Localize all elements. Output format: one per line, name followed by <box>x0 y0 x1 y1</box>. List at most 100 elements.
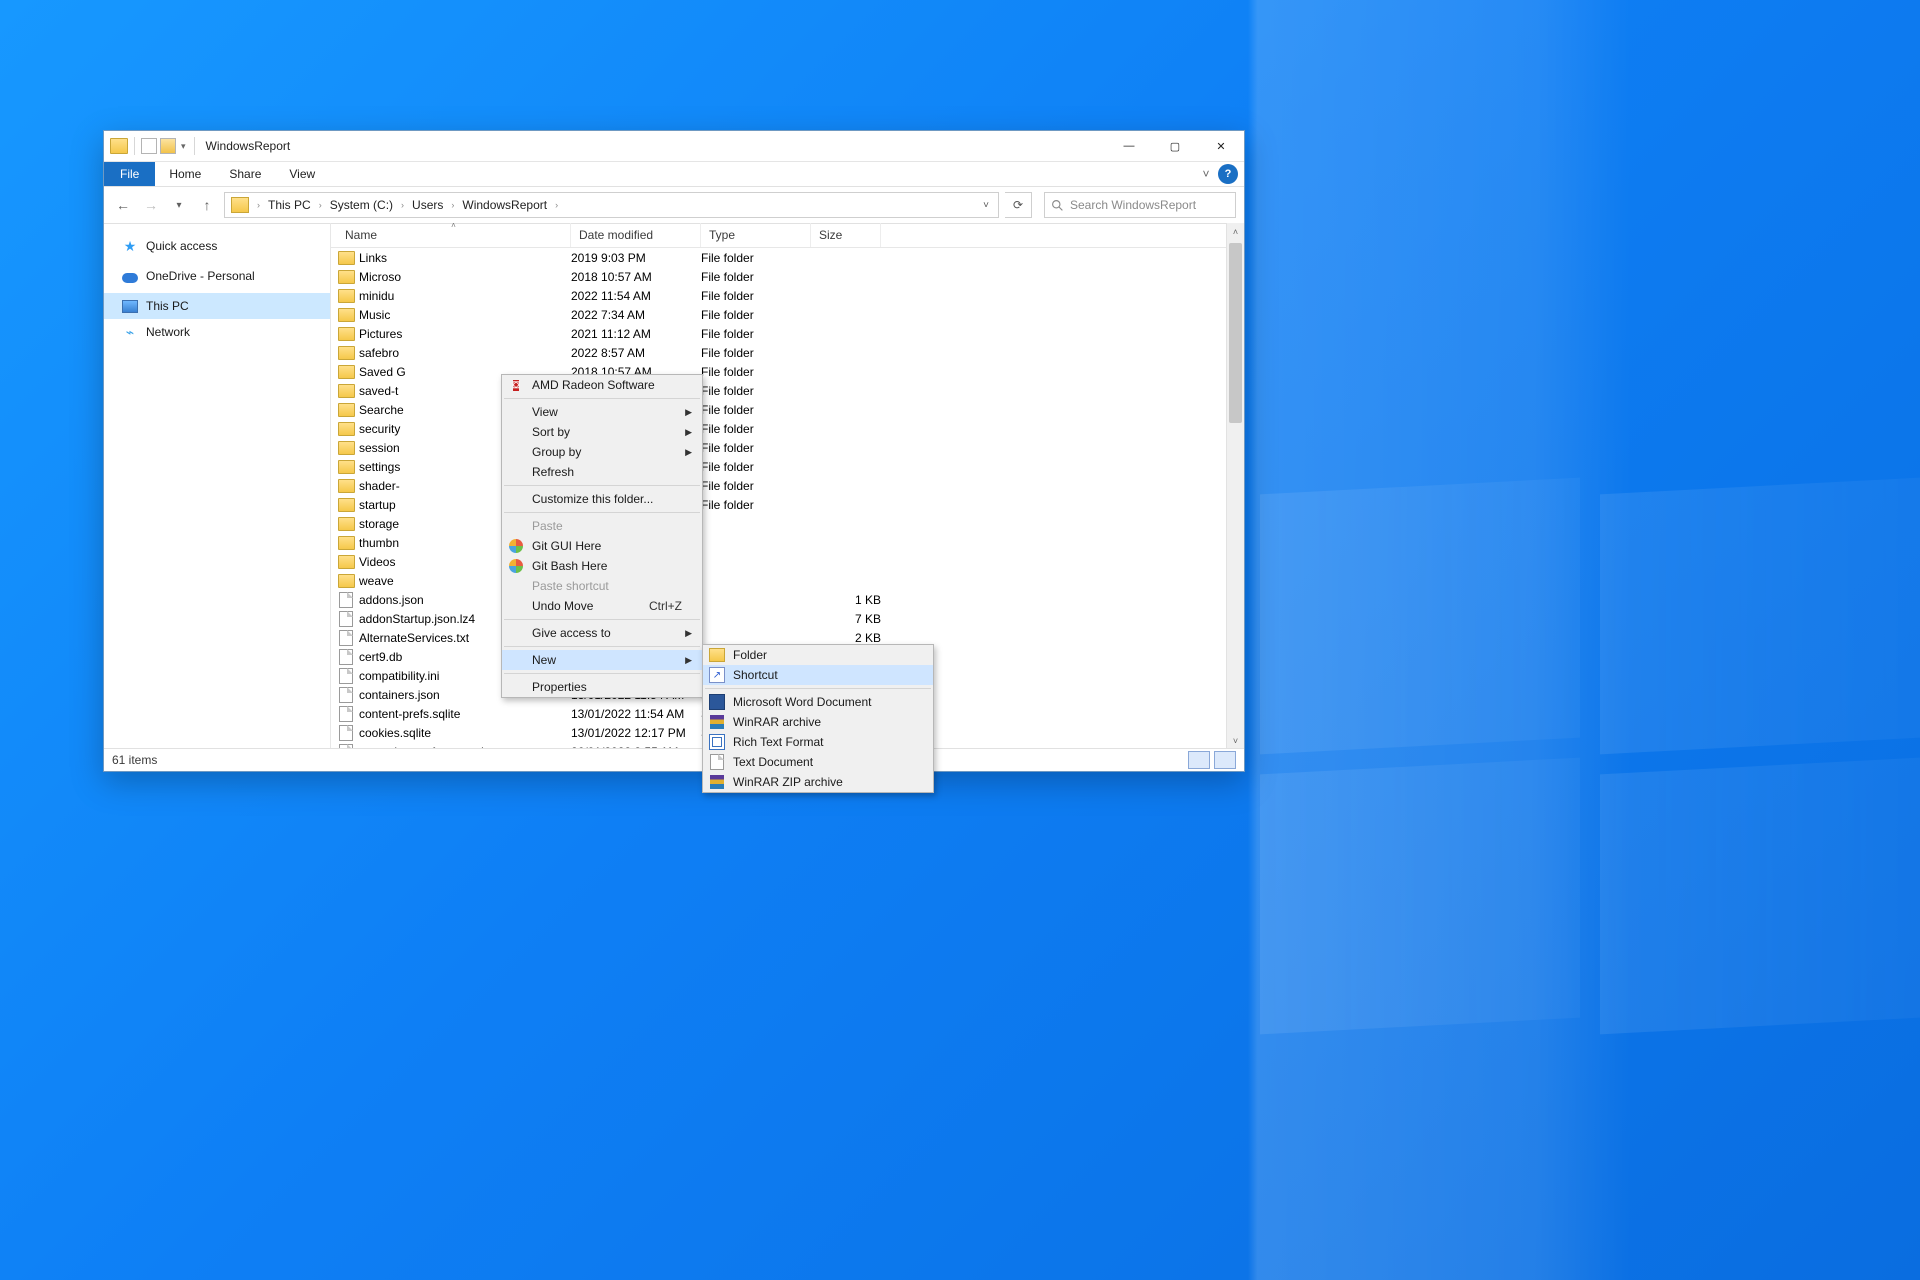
menu-item[interactable]: New▶ <box>502 650 702 670</box>
file-row[interactable]: safebro2022 8:57 AMFile folder <box>331 343 1244 362</box>
breadcrumb[interactable]: WindowsReport <box>458 198 551 212</box>
menu-label: Rich Text Format <box>733 735 823 749</box>
vertical-scrollbar[interactable]: ˄ ˅ <box>1226 223 1244 749</box>
file-row[interactable]: startup2022 8:57 AMFile folder <box>331 495 1244 514</box>
ribbon-file-tab[interactable]: File <box>104 162 155 186</box>
nav-forward-button[interactable]: → <box>140 194 162 216</box>
titlebar-folder-icon <box>110 138 128 154</box>
menu-item[interactable]: ⛋AMD Radeon Software <box>502 375 702 395</box>
file-row[interactable]: security2022 11:54 AMFile folder <box>331 419 1244 438</box>
menu-item[interactable]: Text Document <box>703 752 933 772</box>
ribbon-tab-home[interactable]: Home <box>155 162 215 186</box>
ribbon-tab-share[interactable]: Share <box>215 162 275 186</box>
navpane-label: Quick access <box>146 239 217 253</box>
breadcrumb[interactable]: System (C:) <box>326 198 397 212</box>
folder-icon <box>337 573 355 589</box>
file-row[interactable]: Links2019 9:03 PMFile folder <box>331 248 1244 267</box>
refresh-button[interactable]: ⟳ <box>1005 192 1032 218</box>
view-large-icons-button[interactable] <box>1214 751 1236 769</box>
navpane-item[interactable]: OneDrive - Personal <box>104 263 330 289</box>
scroll-up-icon[interactable]: ˄ <box>1227 223 1244 240</box>
monitor-icon <box>122 298 138 314</box>
menu-label: Paste <box>532 519 563 533</box>
submenu-arrow-icon: ▶ <box>685 407 692 418</box>
menu-item[interactable]: Properties <box>502 677 702 697</box>
minimize-button[interactable]: — <box>1106 131 1152 161</box>
menu-label: Properties <box>532 680 587 694</box>
close-button[interactable]: ✕ <box>1198 131 1244 161</box>
address-bar[interactable]: › This PC› System (C:)› Users› WindowsRe… <box>224 192 999 218</box>
menu-item[interactable]: WinRAR ZIP archive <box>703 772 933 792</box>
qat-properties-icon[interactable] <box>141 138 157 154</box>
file-row[interactable]: shader-2022 8:55 AMFile folder <box>331 476 1244 495</box>
menu-item[interactable]: Git Bash Here <box>502 556 702 576</box>
file-row[interactable]: Videos <box>331 552 1244 571</box>
breadcrumb[interactable]: This PC <box>264 198 315 212</box>
file-row[interactable]: thumbn <box>331 533 1244 552</box>
context-menu[interactable]: ⛋AMD Radeon Software View▶Sort by▶Group b… <box>501 374 703 698</box>
titlebar[interactable]: ▾ WindowsReport — ▢ ✕ <box>104 131 1244 162</box>
menu-label: Git GUI Here <box>532 539 601 553</box>
navpane-item[interactable]: ★Quick access <box>104 233 330 259</box>
menu-item[interactable]: Rich Text Format <box>703 732 933 752</box>
file-row[interactable]: saved-t2022 8:57 AMFile folder <box>331 381 1244 400</box>
menu-item[interactable]: Undo MoveCtrl+Z <box>502 596 702 616</box>
menu-item[interactable]: Folder <box>703 645 933 665</box>
menu-item[interactable]: ↗Shortcut <box>703 665 933 685</box>
navpane-item[interactable]: ⌁Network <box>104 319 330 345</box>
file-icon <box>709 754 725 770</box>
submenu-arrow-icon: ▶ <box>685 447 692 458</box>
menu-item[interactable]: Microsoft Word Document <box>703 692 933 712</box>
column-headers[interactable]: ˄Name Date modified Type Size <box>331 223 1244 248</box>
file-row[interactable]: Microso2018 10:57 AMFile folder <box>331 267 1244 286</box>
address-dropdown-icon[interactable]: ˅ <box>976 200 996 211</box>
file-row[interactable]: Pictures2021 11:12 AMFile folder <box>331 324 1244 343</box>
file-row[interactable]: settings2022 11:54 AMFile folder <box>331 457 1244 476</box>
net-icon: ⌁ <box>122 324 138 340</box>
git-icon <box>508 538 524 554</box>
menu-item[interactable]: Give access to▶ <box>502 623 702 643</box>
file-row[interactable]: minidu2022 11:54 AMFile folder <box>331 286 1244 305</box>
menu-item[interactable]: Group by▶ <box>502 442 702 462</box>
nav-recent-dropdown[interactable]: ▾ <box>168 194 190 216</box>
column-size[interactable]: Size <box>811 223 881 247</box>
menu-item[interactable]: Sort by▶ <box>502 422 702 442</box>
file-row[interactable]: session2022 8:57 AMFile folder <box>331 438 1244 457</box>
file-row[interactable]: Searche2021 11:11 AMFile folder <box>331 400 1244 419</box>
file-row[interactable]: addons.json13/011 KB <box>331 590 1244 609</box>
qat-dropdown-icon[interactable]: ▾ <box>179 141 188 152</box>
search-box[interactable]: Search WindowsReport <box>1044 192 1236 218</box>
folder-icon <box>337 307 355 323</box>
new-submenu[interactable]: Folder↗ShortcutMicrosoft Word DocumentWi… <box>702 644 934 793</box>
navpane-item[interactable]: This PC <box>104 293 330 319</box>
view-details-button[interactable] <box>1188 751 1210 769</box>
breadcrumb[interactable]: Users <box>408 198 447 212</box>
menu-item[interactable]: WinRAR archive <box>703 712 933 732</box>
search-placeholder: Search WindowsReport <box>1070 198 1196 212</box>
file-size: 1 KB <box>811 593 891 607</box>
nav-up-button[interactable]: ↑ <box>196 194 218 216</box>
folder-icon <box>337 554 355 570</box>
menu-item[interactable]: Customize this folder... <box>502 489 702 509</box>
file-row[interactable]: Saved G2018 10:57 AMFile folder <box>331 362 1244 381</box>
column-type[interactable]: Type <box>701 223 811 247</box>
help-button[interactable]: ? <box>1218 164 1238 184</box>
file-row[interactable]: addonStartup.json.lz413/017 KB <box>331 609 1244 628</box>
ribbon-collapse-icon[interactable]: ˅ <box>1194 162 1218 186</box>
file-row[interactable]: weave26/01 <box>331 571 1244 590</box>
scroll-down-icon[interactable]: ˅ <box>1227 732 1244 749</box>
file-row[interactable]: storage <box>331 514 1244 533</box>
navigation-pane[interactable]: ★Quick accessOneDrive - PersonalThis PC⌁… <box>104 223 331 749</box>
column-name[interactable]: ˄Name <box>337 223 571 247</box>
qat-new-folder-icon[interactable] <box>160 138 176 154</box>
menu-item: Paste <box>502 516 702 536</box>
menu-item[interactable]: View▶ <box>502 402 702 422</box>
scroll-thumb[interactable] <box>1229 243 1242 423</box>
menu-item[interactable]: Refresh <box>502 462 702 482</box>
menu-item[interactable]: Git GUI Here <box>502 536 702 556</box>
maximize-button[interactable]: ▢ <box>1152 131 1198 161</box>
file-row[interactable]: Music2022 7:34 AMFile folder <box>331 305 1244 324</box>
column-date[interactable]: Date modified <box>571 223 701 247</box>
nav-back-button[interactable]: ← <box>112 194 134 216</box>
ribbon-tab-view[interactable]: View <box>275 162 329 186</box>
